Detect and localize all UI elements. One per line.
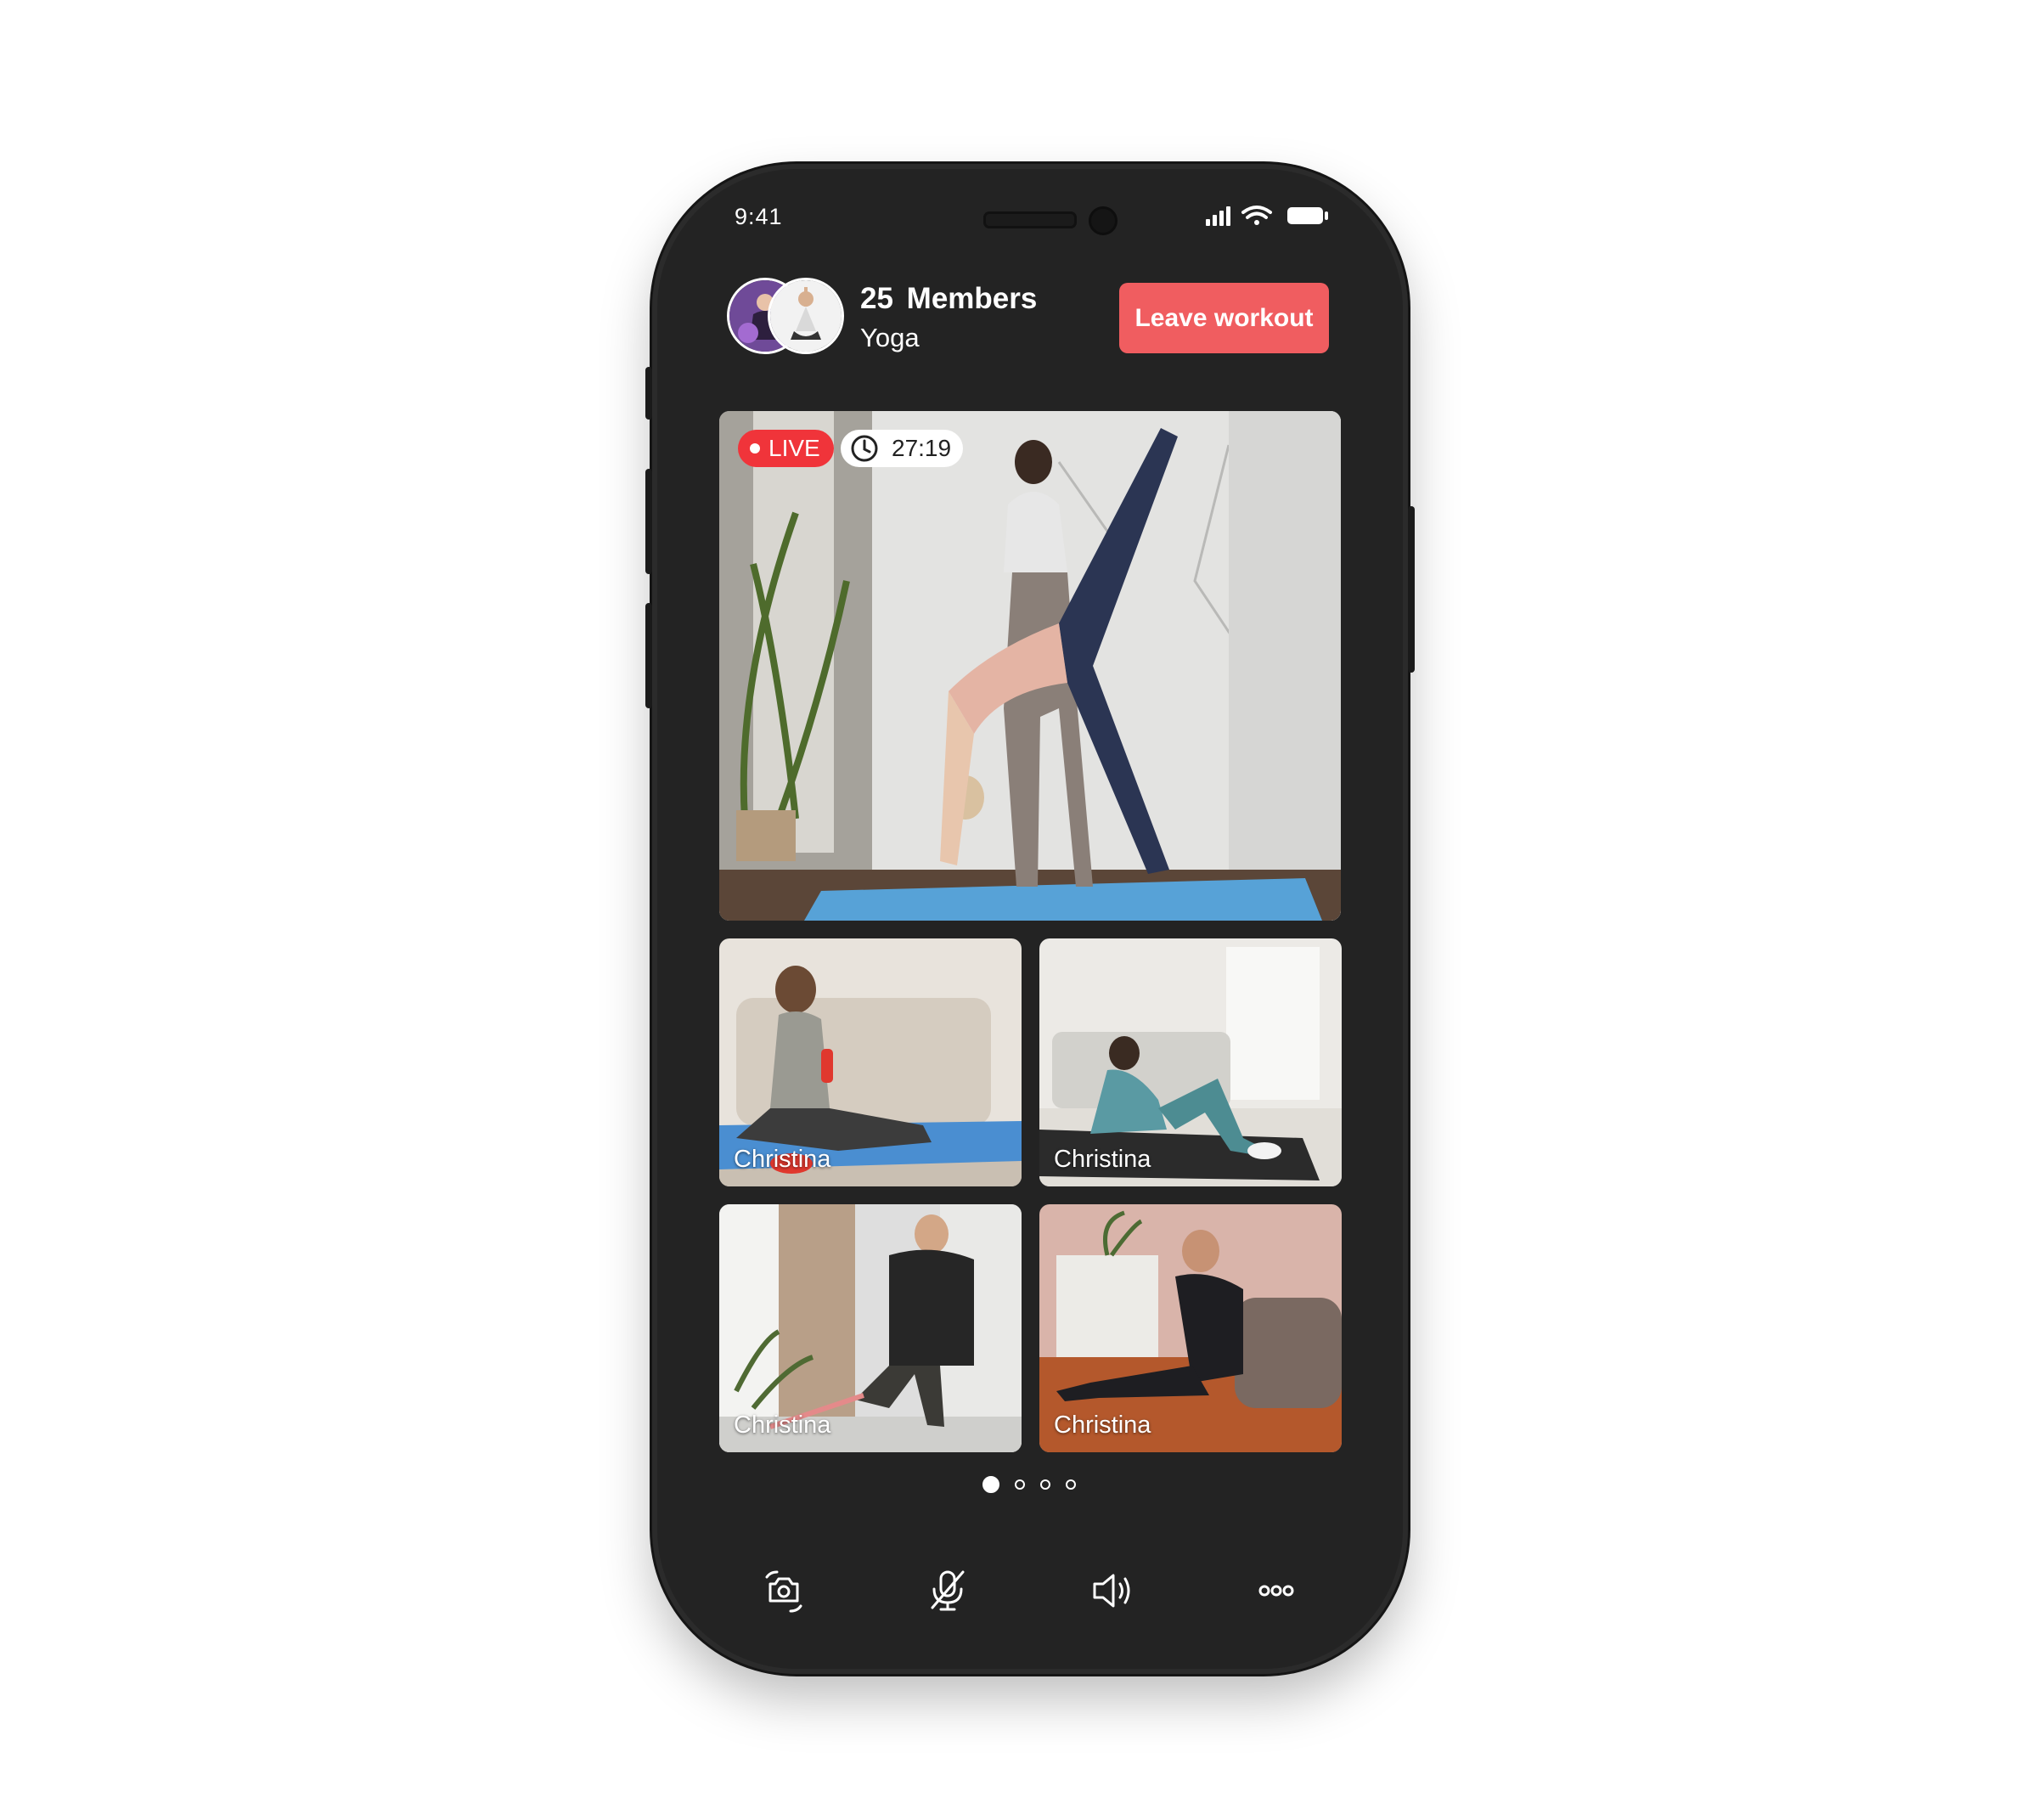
earpiece-speaker: [983, 211, 1077, 228]
avatar-2[interactable]: [768, 278, 844, 354]
status-icons: [1206, 206, 1328, 226]
participant-name: Christina: [734, 1146, 831, 1173]
participant-tile[interactable]: Christina: [719, 1204, 1022, 1452]
front-camera: [1089, 206, 1118, 235]
timer-value: 27:19: [892, 435, 952, 461]
participant-tile[interactable]: Christina: [719, 938, 1022, 1186]
side-button-volume-up: [645, 469, 652, 574]
members-count: 25 Members: [860, 282, 1037, 316]
live-label: LIVE: [768, 435, 820, 461]
signal-icon: [1206, 206, 1230, 226]
more-options-button[interactable]: [1251, 1565, 1302, 1616]
speaker-icon: [1093, 1574, 1130, 1608]
side-button-volume-down: [645, 603, 652, 708]
page-dot-1[interactable]: [982, 1476, 999, 1493]
members-number: 25: [860, 282, 893, 315]
live-badge: LIVE: [738, 430, 834, 467]
page-dot-4[interactable]: [1066, 1479, 1076, 1490]
timer-badge: 27:19: [841, 430, 964, 467]
main-video-stream[interactable]: LIVE 27:19: [719, 411, 1341, 921]
class-name: Yoga: [860, 323, 920, 352]
speaker-button[interactable]: [1086, 1565, 1137, 1616]
participant-tile[interactable]: Christina: [1039, 1204, 1342, 1452]
more-icon: [1258, 1585, 1294, 1597]
members-label: Members: [906, 282, 1038, 315]
main-video-frame: [719, 411, 1341, 921]
battery-icon: [1287, 207, 1328, 224]
page-dot-3[interactable]: [1040, 1479, 1050, 1490]
mic-off-icon: [931, 1570, 965, 1611]
wifi-icon: [1241, 206, 1272, 225]
pagination-dots: [982, 1476, 1084, 1496]
participant-name: Christina: [1054, 1411, 1151, 1439]
status-time: 9:41: [735, 204, 783, 229]
live-indicator-dot: [750, 443, 760, 454]
side-button-mute: [645, 367, 652, 420]
leave-workout-button[interactable]: Leave workout: [1119, 283, 1329, 353]
participant-name: Christina: [734, 1411, 831, 1439]
mute-microphone-button[interactable]: [922, 1565, 973, 1616]
clock-icon: [851, 435, 878, 462]
participant-name: Christina: [1054, 1146, 1151, 1173]
participant-tile[interactable]: Christina: [1039, 938, 1342, 1186]
page-dot-2[interactable]: [1015, 1479, 1025, 1490]
flip-camera-button[interactable]: [758, 1565, 809, 1616]
flip-camera-icon: [765, 1570, 802, 1613]
side-button-power: [1408, 506, 1415, 673]
